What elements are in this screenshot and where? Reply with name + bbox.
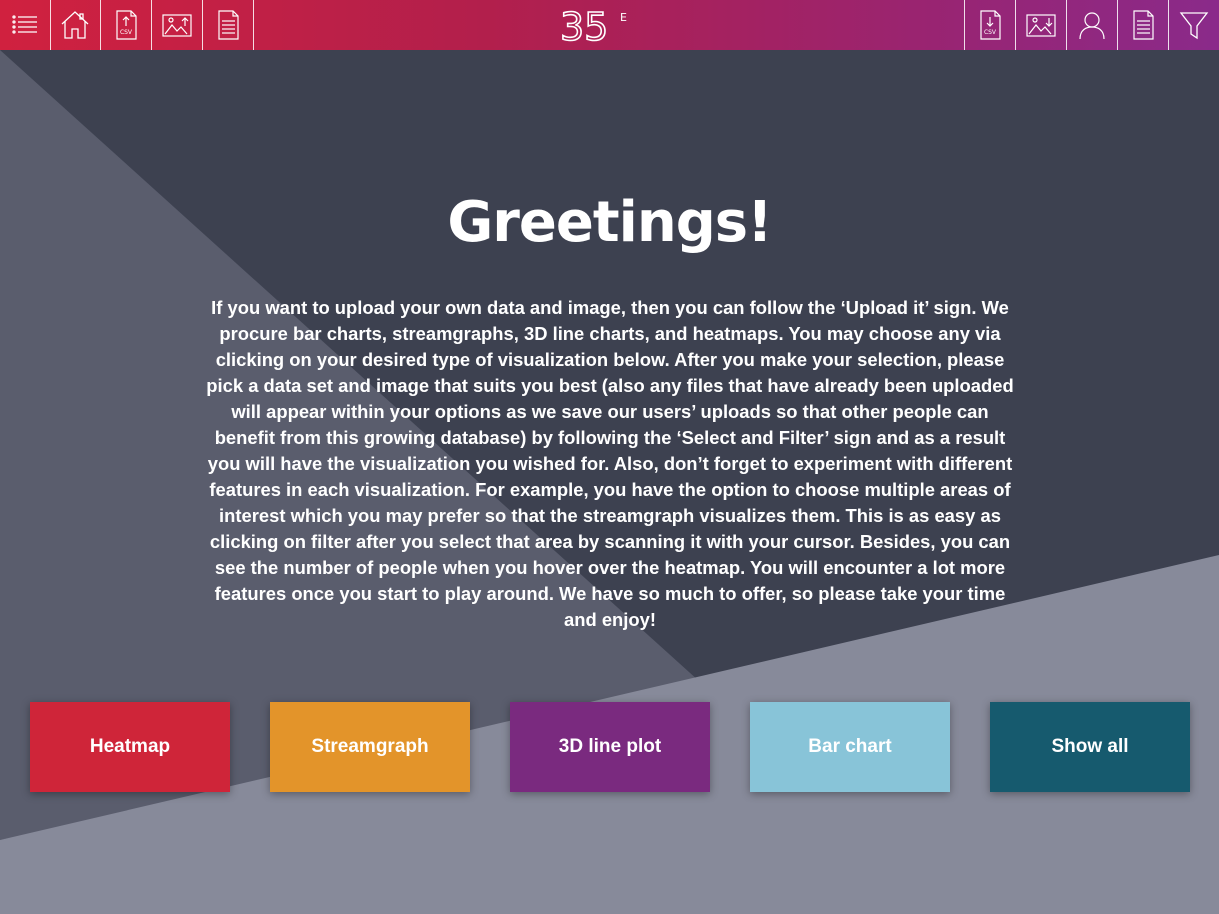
upload-csv-button[interactable]: CSV: [101, 0, 152, 50]
top-navigation-bar: CSV 35 E CSV: [0, 0, 1219, 50]
logo-mark: 35 E: [559, 4, 627, 50]
user-icon: [1079, 12, 1105, 40]
menu-icon: [12, 15, 37, 34]
streamgraph-button[interactable]: Streamgraph: [270, 702, 470, 792]
intro-text: If you want to upload your own data and …: [206, 297, 1014, 630]
filter-icon: [1179, 12, 1209, 40]
home-icon: [61, 11, 89, 39]
document-icon: [1133, 10, 1154, 40]
heatmap-button[interactable]: Heatmap: [30, 702, 230, 792]
bar-chart-button[interactable]: Bar chart: [750, 702, 950, 792]
logo-text: 35: [560, 6, 608, 46]
menu-button[interactable]: [0, 0, 51, 50]
download-csv-icon: CSV: [980, 10, 1001, 40]
csv-label: CSV: [120, 29, 133, 36]
show-all-button[interactable]: Show all: [990, 702, 1190, 792]
page-title: Greetings!: [447, 190, 772, 255]
logo: 35 E: [558, 4, 634, 50]
document-icon: [218, 10, 239, 40]
csv-label: CSV: [984, 29, 997, 36]
logo-superscript: E: [620, 11, 627, 24]
upload-image-icon: [162, 14, 192, 37]
user-button[interactable]: [1066, 0, 1117, 50]
main-content: Greetings! If you want to upload your ow…: [0, 0, 1219, 914]
3d-line-plot-button[interactable]: 3D line plot: [510, 702, 710, 792]
upload-image-button[interactable]: [152, 0, 203, 50]
document-button-right[interactable]: [1117, 0, 1168, 50]
home-button[interactable]: [50, 0, 101, 50]
document-button[interactable]: [203, 0, 254, 50]
filter-button[interactable]: [1168, 0, 1219, 50]
upload-csv-icon: CSV: [116, 10, 137, 40]
download-image-button[interactable]: [1015, 0, 1066, 50]
download-image-icon: [1026, 14, 1056, 37]
download-csv-button[interactable]: CSV: [964, 0, 1015, 50]
